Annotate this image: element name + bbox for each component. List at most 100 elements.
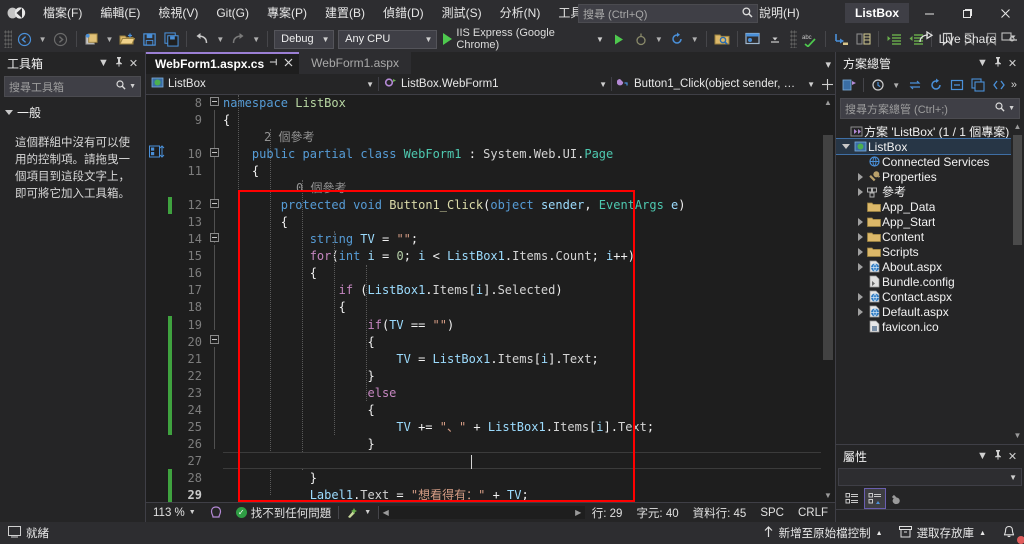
chevron-right-icon[interactable] bbox=[854, 293, 866, 301]
menu-item-test[interactable]: 測試(S) bbox=[433, 0, 491, 26]
properties-object-combo[interactable]: ▼ bbox=[838, 468, 1022, 486]
code-line[interactable]: { bbox=[223, 214, 835, 231]
code-line[interactable]: public partial class WebForm1 : System.W… bbox=[223, 146, 835, 163]
solution-node-app-start[interactable]: App_Start bbox=[836, 214, 1024, 229]
zoom-level-control[interactable]: 113 % ▼ bbox=[146, 503, 203, 523]
solution-node-content[interactable]: Content bbox=[836, 229, 1024, 244]
navbar-project-dropdown[interactable]: ListBox ▼ bbox=[146, 74, 378, 95]
codelens-reference-class[interactable]: 2 個參考 bbox=[264, 129, 314, 146]
code-line[interactable]: namespace ListBox bbox=[223, 95, 835, 112]
scroll-up-icon[interactable]: ▲ bbox=[821, 95, 835, 109]
start-without-debugging-icon[interactable] bbox=[608, 28, 630, 50]
horizontal-scroll-track[interactable] bbox=[392, 506, 572, 519]
code-line[interactable]: { bbox=[223, 402, 835, 419]
new-project-dropdown-icon[interactable]: ▼ bbox=[102, 35, 116, 44]
navigate-forward-icon[interactable] bbox=[50, 28, 72, 50]
solution-node-properties[interactable]: Properties bbox=[836, 169, 1024, 184]
toolbar-grip-2[interactable] bbox=[790, 30, 798, 48]
solution-node-default-aspx[interactable]: Default.aspx bbox=[836, 304, 1024, 319]
solution-node-[interactable]: 參考 bbox=[836, 184, 1024, 199]
code-cleanup-control[interactable]: ▼ bbox=[339, 503, 378, 523]
solution-node-contact-aspx[interactable]: Contact.aspx bbox=[836, 289, 1024, 304]
scroll-thumb[interactable] bbox=[1013, 135, 1022, 245]
toolbar-grip[interactable] bbox=[4, 30, 12, 48]
code-line[interactable]: } bbox=[223, 470, 835, 487]
restart-dropdown-icon[interactable]: ▼ bbox=[688, 35, 702, 44]
solution-platform-combo[interactable]: Any CPU ▼ bbox=[338, 30, 437, 49]
show-all-files-icon[interactable] bbox=[969, 76, 988, 95]
menu-item-view[interactable]: 檢視(V) bbox=[149, 0, 207, 26]
code-line[interactable]: TV += "、" + ListBox1.Items[i].Text; bbox=[223, 419, 835, 436]
view-code-icon[interactable] bbox=[990, 76, 1009, 95]
codelens-reference-method[interactable]: 0 個參考 bbox=[296, 180, 346, 197]
solution-node-favicon-ico[interactable]: favicon.ico bbox=[836, 319, 1024, 334]
solution-tree[interactable]: 方案 'ListBox' (1 / 1 個專案) ListBoxConnecte… bbox=[836, 122, 1024, 444]
properties-close-icon[interactable]: ✕ bbox=[1005, 450, 1020, 463]
menu-item-project[interactable]: 專案(P) bbox=[258, 0, 316, 26]
solution-node-app-data[interactable]: App_Data bbox=[836, 199, 1024, 214]
tab-webform1-aspx[interactable]: WebForm1.aspx bbox=[299, 52, 411, 74]
code-line[interactable]: } bbox=[223, 436, 835, 453]
chevron-right-icon[interactable] bbox=[854, 248, 866, 256]
pending-changes-dropdown-icon[interactable]: ▼ bbox=[889, 81, 903, 90]
menu-item-edit[interactable]: 編輯(E) bbox=[91, 0, 149, 26]
scroll-up-icon[interactable]: ▲ bbox=[1011, 122, 1024, 135]
toolbox-menu-icon[interactable]: ▼ bbox=[96, 57, 111, 69]
step-out-icon[interactable] bbox=[852, 28, 874, 50]
menu-item-file[interactable]: 檔案(F) bbox=[34, 0, 91, 26]
new-project-icon[interactable] bbox=[80, 28, 102, 50]
solution-node-bundle-config[interactable]: Bundle.config bbox=[836, 274, 1024, 289]
code-line[interactable]: { bbox=[223, 112, 835, 129]
code-line[interactable]: string TV = ""; bbox=[223, 231, 835, 248]
problems-status[interactable]: ✓ 找不到任何問題 bbox=[229, 503, 339, 523]
hot-reload-icon[interactable] bbox=[630, 28, 652, 50]
code-line[interactable]: { bbox=[223, 265, 835, 282]
line-ending-status[interactable]: CRLF bbox=[791, 503, 835, 523]
code-line[interactable]: TV = ListBox1.Items[i].Text; bbox=[223, 351, 835, 368]
code-line[interactable]: if (ListBox1.Items[i].Selected) bbox=[223, 282, 835, 299]
menu-item-help[interactable]: 說明(H) bbox=[750, 0, 809, 26]
code-line[interactable]: if(TV == "") bbox=[223, 317, 835, 334]
solution-configuration-combo[interactable]: Debug ▼ bbox=[274, 30, 334, 49]
editor-horizontal-scrollbar[interactable]: ◀ ▶ bbox=[379, 506, 585, 519]
redo-dropdown-icon[interactable]: ▼ bbox=[249, 35, 263, 44]
solution-node-listbox[interactable]: ListBox bbox=[836, 139, 1024, 154]
menu-item-analyze[interactable]: 分析(N) bbox=[491, 0, 550, 26]
split-editor-icon[interactable] bbox=[819, 74, 835, 95]
properties-menu-icon[interactable]: ▼ bbox=[975, 450, 990, 462]
toolbox-search-input[interactable]: 搜尋工具箱 ▼ bbox=[4, 76, 141, 97]
solution-node-connected-services[interactable]: Connected Services bbox=[836, 154, 1024, 169]
fold-toggle-icon[interactable] bbox=[210, 335, 219, 344]
solution-search-dropdown-icon[interactable]: ▼ bbox=[1008, 105, 1015, 112]
toolbox-close-icon[interactable]: ✕ bbox=[126, 57, 141, 70]
step-into-icon[interactable] bbox=[830, 28, 852, 50]
code-text-surface[interactable]: namespace ListBox{ public partial class … bbox=[223, 95, 835, 502]
solution-explorer-close-icon[interactable]: ✕ bbox=[1005, 57, 1020, 70]
properties-wrench-icon[interactable] bbox=[888, 489, 908, 508]
save-all-icon[interactable] bbox=[160, 28, 182, 50]
maximize-button[interactable] bbox=[948, 0, 986, 26]
collapse-all-icon[interactable] bbox=[947, 76, 966, 95]
restart-icon[interactable] bbox=[666, 28, 688, 50]
solution-explorer-search-input[interactable]: 搜尋方案總管 (Ctrl+;) ▼ bbox=[840, 98, 1020, 119]
scroll-left-icon[interactable]: ◀ bbox=[379, 508, 392, 517]
solution-root-node[interactable]: 方案 'ListBox' (1 / 1 個專案) bbox=[836, 124, 1024, 139]
fold-toggle-icon[interactable] bbox=[210, 148, 219, 157]
code-line[interactable]: else bbox=[223, 385, 835, 402]
chevron-right-icon[interactable] bbox=[854, 173, 866, 181]
intellicode-status-icon[interactable] bbox=[203, 503, 229, 523]
navigate-backward-dropdown-icon[interactable]: ▼ bbox=[36, 35, 50, 44]
properties-pin-icon[interactable] bbox=[990, 449, 1005, 463]
indent-increase-icon[interactable] bbox=[883, 28, 905, 50]
navbar-member-dropdown[interactable]: Button1_Click(object sender, EventArgs e… bbox=[612, 74, 819, 95]
save-icon[interactable] bbox=[138, 28, 160, 50]
open-file-icon[interactable] bbox=[116, 28, 138, 50]
chevron-right-icon[interactable] bbox=[854, 188, 866, 196]
search-in-files-icon[interactable] bbox=[711, 28, 733, 50]
fold-toggle-icon[interactable] bbox=[210, 233, 219, 242]
code-line[interactable]: for(int i = 0; i < ListBox1.Items.Count;… bbox=[223, 248, 835, 265]
scroll-right-icon[interactable]: ▶ bbox=[572, 508, 585, 517]
refresh-icon[interactable] bbox=[926, 76, 945, 95]
folding-margin[interactable] bbox=[207, 95, 223, 502]
code-line[interactable]: Label1.Text = "想看得有：" + TV; bbox=[223, 487, 835, 502]
